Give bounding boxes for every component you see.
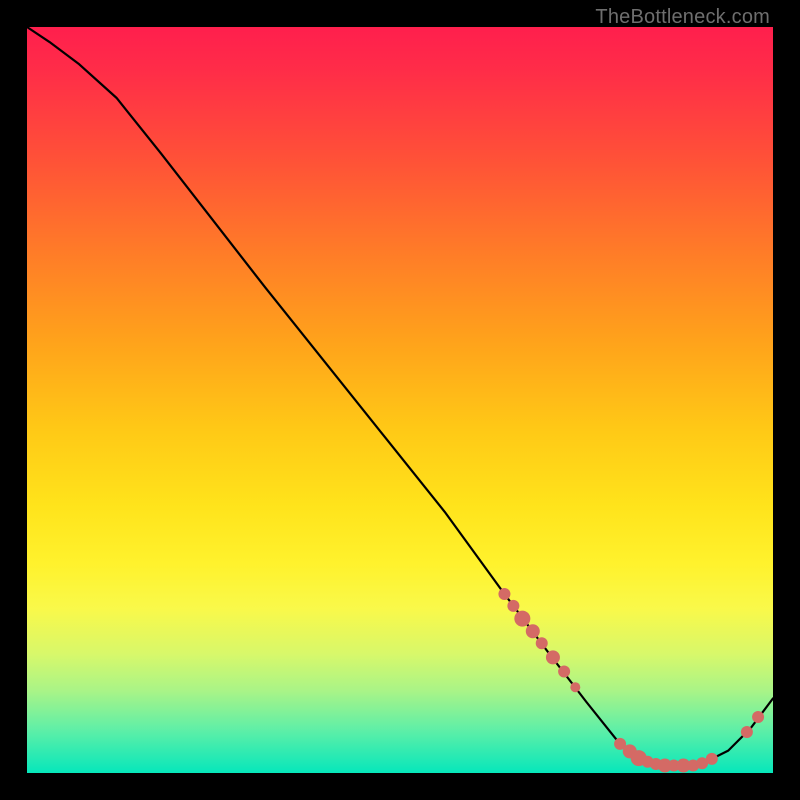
data-point xyxy=(741,726,753,738)
data-point xyxy=(526,624,540,638)
chart-svg xyxy=(27,27,773,773)
plot-area xyxy=(27,27,773,773)
data-point xyxy=(752,711,764,723)
bottleneck-curve xyxy=(27,27,773,766)
data-point xyxy=(558,666,570,678)
data-markers xyxy=(498,588,764,773)
data-point xyxy=(536,637,548,649)
watermark-text: TheBottleneck.com xyxy=(595,6,770,29)
data-point xyxy=(498,588,510,600)
data-point xyxy=(514,611,530,627)
chart-frame: TheBottleneck.com xyxy=(0,0,800,800)
data-point xyxy=(507,600,519,612)
data-point xyxy=(570,682,580,692)
data-point xyxy=(706,753,718,765)
data-point xyxy=(546,650,560,664)
